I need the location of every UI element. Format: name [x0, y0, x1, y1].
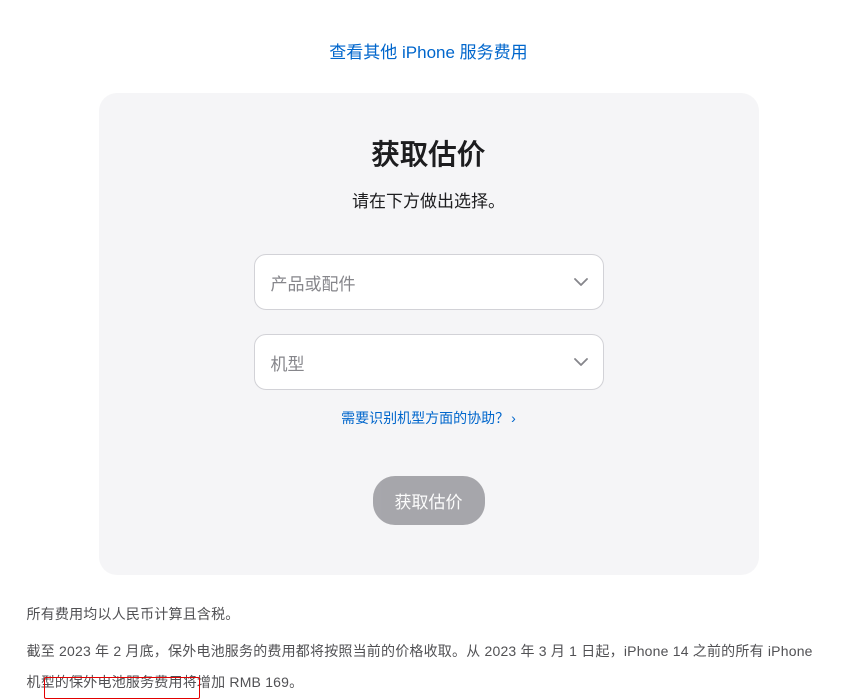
help-link-label: 需要识别机型方面的协助？ [341, 410, 509, 426]
footnote-currency: 所有费用均以人民币计算且含税。 [27, 599, 831, 630]
help-link-row: 需要识别机型方面的协助？› [139, 408, 719, 428]
card-title: 获取估价 [139, 133, 719, 173]
product-select-wrap: 产品或配件 [254, 254, 604, 310]
get-estimate-button[interactable]: 获取估价 [373, 476, 485, 525]
top-link-row: 查看其他 iPhone 服务费用 [0, 0, 857, 93]
product-select[interactable]: 产品或配件 [254, 254, 604, 310]
identify-model-help-link[interactable]: 需要识别机型方面的协助？› [341, 410, 516, 426]
other-service-fees-link[interactable]: 查看其他 iPhone 服务费用 [329, 43, 527, 62]
footnote-price-change-text: 截至 2023 年 2 月底，保外电池服务的费用都将按照当前的价格收取。从 20… [27, 643, 813, 690]
chevron-right-icon: › [511, 410, 516, 426]
estimate-card: 获取估价 请在下方做出选择。 产品或配件 机型 需要识别机型方面的协助？› 获取… [99, 93, 759, 575]
footnotes: 所有费用均以人民币计算且含税。 截至 2023 年 2 月底，保外电池服务的费用… [19, 599, 839, 697]
model-select[interactable]: 机型 [254, 334, 604, 390]
footnote-price-change: 截至 2023 年 2 月底，保外电池服务的费用都将按照当前的价格收取。从 20… [27, 636, 831, 698]
model-select-wrap: 机型 [254, 334, 604, 390]
card-subtitle: 请在下方做出选择。 [139, 187, 719, 212]
page-container: 查看其他 iPhone 服务费用 获取估价 请在下方做出选择。 产品或配件 机型… [0, 0, 857, 697]
